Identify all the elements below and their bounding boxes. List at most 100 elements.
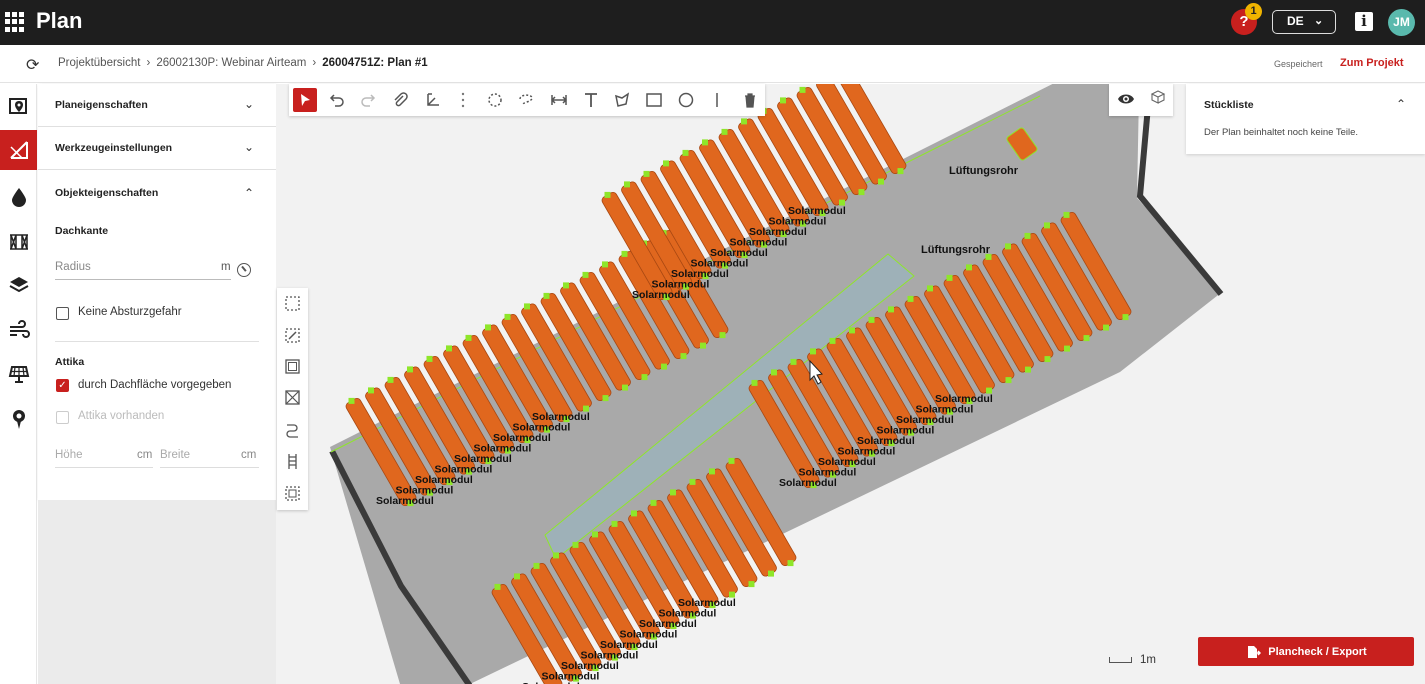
edge-marker[interactable] — [348, 397, 355, 404]
map-pin-icon[interactable] — [0, 86, 37, 126]
edge-marker[interactable] — [1005, 377, 1012, 384]
polygon-tool-icon[interactable] — [610, 88, 634, 112]
line-tool-icon[interactable] — [705, 88, 729, 112]
defined-by-roof-checkbox[interactable]: ✓ — [56, 379, 69, 392]
edge-marker[interactable] — [907, 295, 914, 302]
edge-marker[interactable] — [728, 457, 735, 464]
edge-marker[interactable] — [602, 261, 608, 268]
edge-marker[interactable] — [1122, 314, 1129, 321]
layers-icon[interactable] — [0, 265, 37, 305]
undo-icon[interactable] — [325, 88, 349, 112]
frame-icon[interactable] — [282, 356, 303, 377]
edge-marker[interactable] — [680, 353, 687, 360]
drop-icon[interactable] — [0, 177, 37, 217]
edge-marker[interactable] — [494, 583, 501, 590]
edge-marker[interactable] — [1024, 232, 1031, 239]
edge-marker[interactable] — [751, 379, 758, 386]
edge-marker[interactable] — [966, 264, 972, 271]
rectangle-tool-icon[interactable] — [642, 88, 666, 112]
grid-select-icon[interactable] — [282, 483, 303, 504]
edge-marker[interactable] — [426, 355, 433, 362]
edge-marker[interactable] — [829, 337, 836, 344]
info-icon[interactable]: i — [1355, 12, 1373, 31]
lasso-circle-icon[interactable] — [483, 88, 507, 112]
select-tool-icon[interactable] — [293, 88, 317, 112]
edge-marker[interactable] — [611, 520, 618, 527]
edge-marker[interactable] — [682, 149, 689, 156]
fence-icon[interactable] — [0, 221, 37, 261]
edge-marker[interactable] — [888, 306, 894, 313]
edge-marker[interactable] — [504, 313, 511, 320]
refresh-icon[interactable]: ⟳ — [26, 55, 39, 75]
location-icon[interactable] — [0, 399, 37, 439]
edge-marker[interactable] — [780, 97, 786, 104]
route-icon[interactable] — [282, 419, 303, 440]
edge-marker[interactable] — [563, 282, 569, 289]
edge-marker[interactable] — [407, 366, 413, 373]
wind-icon[interactable] — [0, 310, 37, 350]
edge-marker[interactable] — [719, 332, 726, 339]
circle-tool-icon[interactable] — [674, 88, 698, 112]
text-tool-icon[interactable] — [579, 88, 603, 112]
section-title[interactable]: Objekteigenschaften — [55, 187, 158, 199]
roof-edge-icon[interactable] — [0, 130, 37, 170]
edge-marker[interactable] — [663, 160, 669, 167]
edge-marker[interactable] — [661, 363, 667, 370]
no-fall-hazard-checkbox[interactable] — [56, 307, 69, 320]
chevron-up-icon[interactable]: ⌃ — [244, 186, 254, 200]
edge-marker[interactable] — [849, 327, 855, 334]
parapet-present-checkbox[interactable] — [56, 411, 69, 424]
lasso-icon[interactable] — [514, 88, 538, 112]
edge-marker[interactable] — [533, 562, 540, 569]
edge-marker[interactable] — [592, 531, 598, 538]
edge-marker[interactable] — [868, 316, 875, 323]
edge-marker[interactable] — [1083, 335, 1090, 342]
edge-marker[interactable] — [927, 285, 933, 292]
parts-list-title[interactable]: Stückliste — [1204, 99, 1254, 111]
chevron-down-icon[interactable]: ⌄ — [244, 97, 254, 111]
edge-marker[interactable] — [643, 170, 650, 177]
edge-marker[interactable] — [572, 541, 579, 548]
edge-marker[interactable] — [771, 369, 777, 376]
edge-marker[interactable] — [768, 570, 774, 577]
edge-marker[interactable] — [524, 303, 530, 310]
edge-marker[interactable] — [858, 189, 865, 196]
edge-marker[interactable] — [1005, 243, 1011, 250]
edge-marker[interactable] — [787, 560, 794, 567]
select-edit-icon[interactable] — [282, 325, 303, 346]
edge-marker[interactable] — [700, 342, 706, 349]
ladder-icon[interactable] — [282, 451, 303, 472]
edge-marker[interactable] — [799, 86, 806, 93]
language-select[interactable]: DE ⌄ — [1272, 10, 1336, 34]
edge-marker[interactable] — [631, 510, 637, 517]
edge-marker[interactable] — [702, 139, 708, 146]
gauge-icon[interactable] — [237, 263, 251, 277]
chevron-down-icon[interactable]: ⌄ — [244, 140, 254, 154]
edge-marker[interactable] — [670, 489, 676, 496]
edge-marker[interactable] — [553, 552, 559, 559]
edge-marker[interactable] — [1063, 211, 1070, 218]
select-area-icon[interactable] — [282, 293, 303, 314]
edge-marker[interactable] — [485, 324, 491, 331]
to-project-link[interactable]: Zum Projekt — [1340, 57, 1404, 69]
plan-canvas[interactable]: Solarmodul Solarmodul Solarmodul Solarmodul… — [276, 84, 1425, 684]
cross-box-icon[interactable] — [282, 387, 303, 408]
edge-marker[interactable] — [1064, 345, 1070, 352]
chevron-up-icon[interactable]: ⌃ — [1396, 97, 1406, 111]
edge-marker[interactable] — [514, 573, 520, 580]
edge-marker[interactable] — [790, 358, 797, 365]
edge-marker[interactable] — [721, 128, 728, 135]
3d-view-icon[interactable] — [1149, 89, 1167, 109]
section-tool-settings[interactable]: Werkzeugeinstellungen ⌄ — [38, 127, 276, 170]
edge-marker[interactable] — [582, 271, 589, 278]
edge-marker[interactable] — [602, 395, 609, 402]
edge-marker[interactable] — [709, 468, 715, 475]
edge-marker[interactable] — [543, 292, 550, 299]
edge-marker[interactable] — [624, 181, 630, 188]
delete-icon[interactable] — [738, 88, 762, 112]
edge-marker[interactable] — [1025, 366, 1031, 373]
user-avatar[interactable]: JM — [1388, 9, 1415, 36]
section-plan-properties[interactable]: Planeigenschaften ⌄ — [38, 84, 276, 127]
eye-icon[interactable] — [1117, 92, 1135, 106]
edge-marker[interactable] — [622, 384, 628, 391]
